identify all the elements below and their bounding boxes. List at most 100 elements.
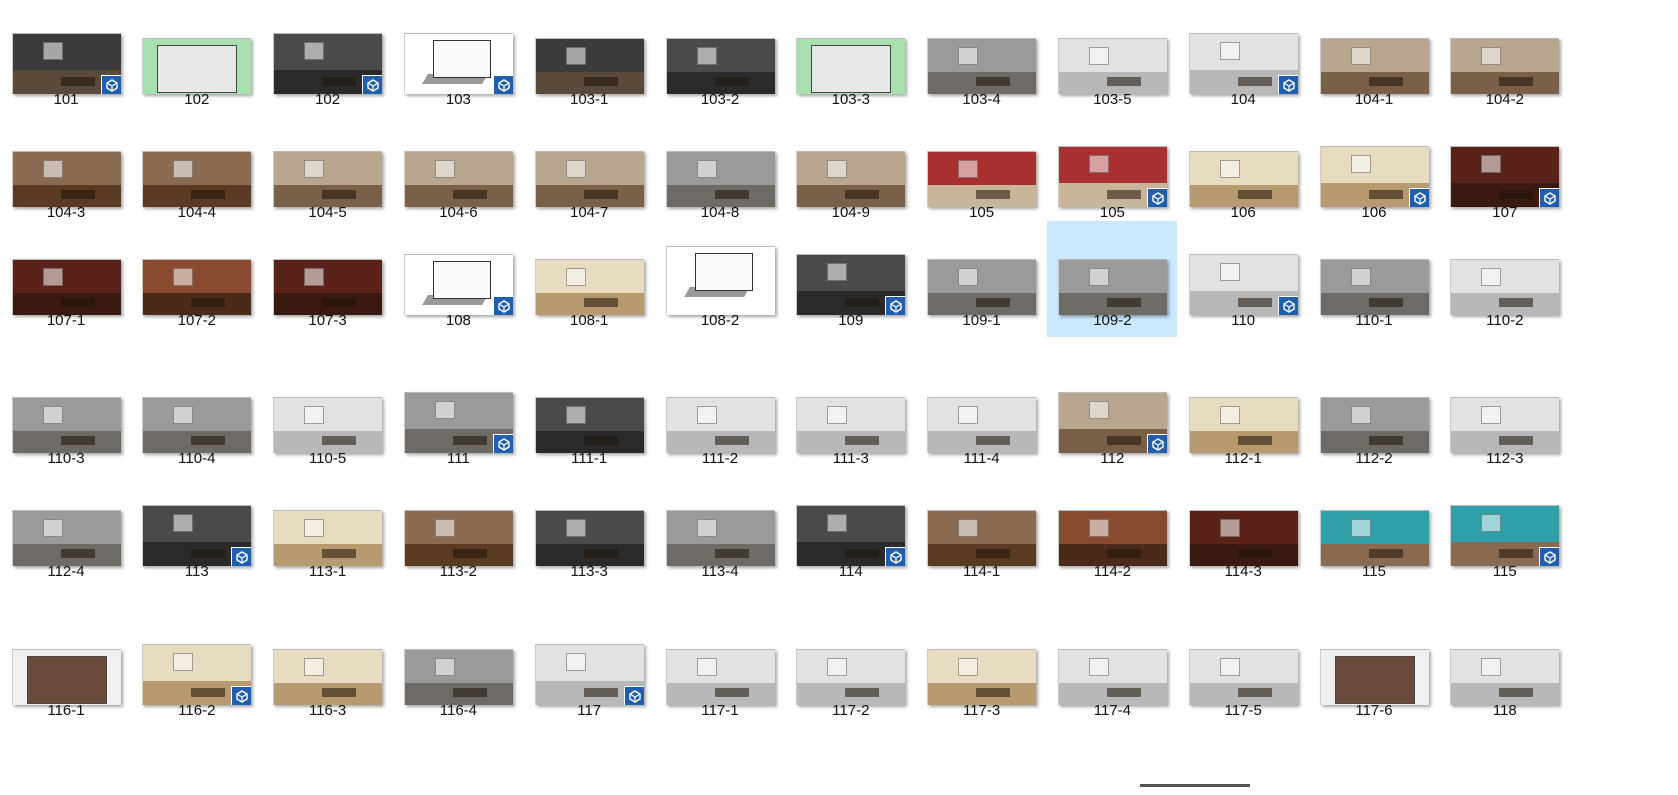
file-item[interactable]: 117-5 bbox=[1178, 611, 1308, 727]
file-item[interactable]: 105 bbox=[1047, 113, 1177, 229]
file-item[interactable]: 107-1 bbox=[1, 221, 131, 337]
file-item[interactable]: 117-6 bbox=[1309, 611, 1439, 727]
file-item[interactable]: 113 bbox=[132, 472, 262, 588]
file-item[interactable]: 102 bbox=[132, 0, 262, 116]
file-thumbnail bbox=[1052, 619, 1172, 705]
file-item[interactable]: 110-4 bbox=[132, 359, 262, 475]
file-item[interactable]: 104-9 bbox=[786, 113, 916, 229]
file-item[interactable]: 111 bbox=[393, 359, 523, 475]
file-item[interactable]: 110 bbox=[1178, 221, 1308, 337]
preview-image bbox=[796, 254, 906, 315]
file-item[interactable]: 112-4 bbox=[1, 472, 131, 588]
file-name: 109-1 bbox=[962, 312, 1001, 329]
preview-image bbox=[403, 151, 513, 207]
preview-image bbox=[1450, 38, 1560, 94]
file-item[interactable]: 104-6 bbox=[393, 113, 523, 229]
file-item[interactable]: 112-3 bbox=[1440, 359, 1570, 475]
file-item[interactable]: 104 bbox=[1178, 0, 1308, 116]
file-item[interactable]: 110-5 bbox=[263, 359, 393, 475]
file-name: 109 bbox=[838, 312, 864, 329]
file-thumbnail bbox=[398, 229, 518, 315]
file-item[interactable]: 104-7 bbox=[524, 113, 654, 229]
file-item[interactable]: 117-4 bbox=[1047, 611, 1177, 727]
file-item[interactable]: 113-4 bbox=[655, 472, 785, 588]
file-item[interactable]: 101 bbox=[1, 0, 131, 116]
file-item[interactable]: 114-1 bbox=[917, 472, 1047, 588]
file-name: 116-4 bbox=[439, 702, 478, 719]
file-item[interactable]: 111-1 bbox=[524, 359, 654, 475]
file-item[interactable]: 109-2 bbox=[1047, 221, 1178, 337]
file-item[interactable]: 108 bbox=[393, 221, 523, 337]
file-item[interactable]: 107-2 bbox=[132, 221, 262, 337]
file-name: 104-7 bbox=[570, 204, 609, 221]
file-item[interactable]: 115 bbox=[1440, 472, 1570, 588]
file-item[interactable]: 109-1 bbox=[917, 221, 1047, 337]
file-item[interactable]: 103-2 bbox=[655, 0, 785, 116]
preview-image bbox=[534, 510, 644, 566]
file-thumbnail bbox=[6, 121, 126, 207]
file-name: 117-2 bbox=[832, 702, 870, 719]
file-item[interactable]: 104-8 bbox=[655, 113, 785, 229]
file-item[interactable]: 103-3 bbox=[786, 0, 916, 116]
preview-image bbox=[534, 151, 644, 207]
file-item[interactable]: 111-4 bbox=[917, 359, 1047, 475]
file-item[interactable]: 107 bbox=[1440, 113, 1570, 229]
file-item[interactable]: 109 bbox=[786, 221, 916, 337]
file-item[interactable]: 103-5 bbox=[1047, 0, 1177, 116]
file-item[interactable]: 114-2 bbox=[1047, 472, 1177, 588]
file-item[interactable]: 110-1 bbox=[1309, 221, 1439, 337]
file-item[interactable]: 116-4 bbox=[393, 611, 523, 727]
file-item[interactable]: 105 bbox=[917, 113, 1047, 229]
file-item[interactable]: 104-4 bbox=[132, 113, 262, 229]
file-item[interactable]: 113-1 bbox=[263, 472, 393, 588]
file-item[interactable]: 116-1 bbox=[1, 611, 131, 727]
file-item[interactable]: 110-3 bbox=[1, 359, 131, 475]
preview-image bbox=[142, 644, 252, 705]
file-item[interactable]: 113-3 bbox=[524, 472, 654, 588]
file-name: 107-2 bbox=[177, 312, 216, 329]
file-item[interactable]: 106 bbox=[1309, 113, 1439, 229]
file-item[interactable]: 108-2 bbox=[655, 221, 785, 337]
file-item[interactable]: 107-3 bbox=[263, 221, 393, 337]
file-item[interactable]: 114-3 bbox=[1178, 472, 1308, 588]
file-item[interactable]: 103 bbox=[393, 0, 523, 116]
preview-image bbox=[1188, 33, 1298, 94]
preview-image bbox=[142, 505, 252, 566]
file-name: 118 bbox=[1492, 702, 1517, 719]
file-item[interactable]: 104-3 bbox=[1, 113, 131, 229]
file-item[interactable]: 103-4 bbox=[917, 0, 1047, 116]
file-name: 111-4 bbox=[963, 450, 1000, 467]
file-thumbnail bbox=[529, 480, 649, 566]
file-item[interactable]: 117-2 bbox=[786, 611, 916, 727]
file-item[interactable]: 110-2 bbox=[1440, 221, 1570, 337]
file-item[interactable]: 115 bbox=[1309, 472, 1439, 588]
file-item[interactable]: 111-2 bbox=[655, 359, 785, 475]
file-item[interactable]: 116-3 bbox=[263, 611, 393, 727]
file-item[interactable]: 117-3 bbox=[917, 611, 1047, 727]
file-item[interactable]: 112 bbox=[1047, 359, 1177, 475]
preview-image bbox=[1057, 146, 1167, 207]
file-thumbnail bbox=[1314, 367, 1434, 453]
file-item[interactable]: 104-2 bbox=[1440, 0, 1570, 116]
file-item[interactable]: 112-2 bbox=[1309, 359, 1439, 475]
file-thumbnail bbox=[1445, 619, 1565, 705]
file-item[interactable]: 106 bbox=[1178, 113, 1308, 229]
file-name: 110-1 bbox=[1355, 312, 1393, 329]
file-name: 114-2 bbox=[1093, 563, 1132, 580]
file-item[interactable]: 112-1 bbox=[1178, 359, 1308, 475]
file-item[interactable]: 118 bbox=[1440, 611, 1570, 727]
file-name: 102 bbox=[184, 91, 210, 108]
preview-image bbox=[273, 510, 383, 566]
file-item[interactable]: 104-1 bbox=[1309, 0, 1439, 116]
file-item[interactable]: 114 bbox=[786, 472, 916, 588]
file-item[interactable]: 102 bbox=[263, 0, 393, 116]
file-item[interactable]: 117-1 bbox=[655, 611, 785, 727]
file-item[interactable]: 108-1 bbox=[524, 221, 654, 337]
file-item[interactable]: 117 bbox=[524, 611, 654, 727]
file-item[interactable]: 113-2 bbox=[393, 472, 523, 588]
file-name: 103-3 bbox=[831, 91, 870, 108]
file-item[interactable]: 111-3 bbox=[786, 359, 916, 475]
file-item[interactable]: 116-2 bbox=[132, 611, 262, 727]
file-item[interactable]: 103-1 bbox=[524, 0, 654, 116]
file-item[interactable]: 104-5 bbox=[263, 113, 393, 229]
